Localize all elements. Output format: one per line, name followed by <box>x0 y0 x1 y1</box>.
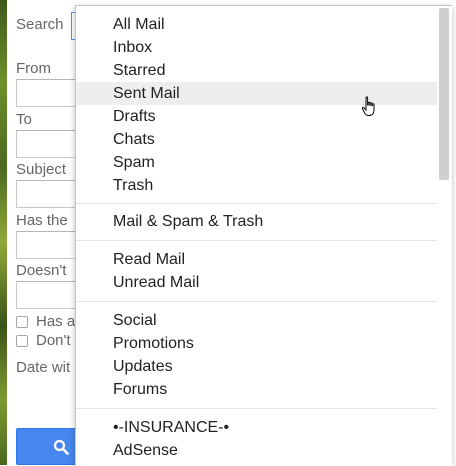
menu-item-social[interactable]: Social <box>76 309 437 332</box>
subject-label: Subject <box>16 161 67 178</box>
search-scope-dropdown: All Mail Inbox Starred Sent Mail Drafts … <box>75 5 452 466</box>
menu-item-unread-mail[interactable]: Unread Mail <box>76 271 437 294</box>
has-attachment-label: Has a <box>36 313 76 330</box>
menu-group-all: Mail & Spam & Trash <box>76 204 437 240</box>
dont-include-chats-label: Don't <box>36 332 71 349</box>
scrollbar-thumb[interactable] <box>439 8 449 180</box>
menu-group-folders: All Mail Inbox Starred Sent Mail Drafts … <box>76 6 437 203</box>
doesnt-have-label: Doesn't <box>16 262 67 279</box>
menu-item-updates[interactable]: Updates <box>76 355 437 378</box>
menu-group-categories: Social Promotions Updates Forums <box>76 302 437 408</box>
menu-item-insurance-label[interactable]: •-INSURANCE-• <box>76 416 437 439</box>
menu-item-chats[interactable]: Chats <box>76 128 437 151</box>
menu-item-all-mail[interactable]: All Mail <box>76 13 437 36</box>
menu-group-labels: •-INSURANCE-• AdSense <box>76 409 437 462</box>
menu-item-read-mail[interactable]: Read Mail <box>76 248 437 271</box>
from-label: From <box>16 60 51 77</box>
menu-item-drafts[interactable]: Drafts <box>76 105 437 128</box>
dont-include-chats-checkbox[interactable] <box>16 335 28 347</box>
search-label: Search <box>16 16 64 33</box>
menu-item-adsense-label[interactable]: AdSense <box>76 439 437 462</box>
search-icon <box>53 439 69 455</box>
to-label: To <box>16 111 32 128</box>
menu-item-starred[interactable]: Starred <box>76 59 437 82</box>
background-photo-strip <box>0 0 7 465</box>
has-attachment-checkbox[interactable] <box>16 316 28 328</box>
menu-item-sent-mail[interactable]: Sent Mail <box>76 82 437 105</box>
search-scope-menu: All Mail Inbox Starred Sent Mail Drafts … <box>76 6 437 462</box>
menu-item-trash[interactable]: Trash <box>76 174 437 197</box>
menu-item-inbox[interactable]: Inbox <box>76 36 437 59</box>
hand-pointer-cursor-icon <box>361 96 375 116</box>
menu-item-mail-spam-trash[interactable]: Mail & Spam & Trash <box>76 210 437 233</box>
has-words-label: Has the <box>16 212 68 229</box>
menu-item-promotions[interactable]: Promotions <box>76 332 437 355</box>
menu-item-forums[interactable]: Forums <box>76 378 437 401</box>
menu-group-read-state: Read Mail Unread Mail <box>76 241 437 301</box>
dropdown-scrollbar[interactable] <box>437 6 452 466</box>
date-within-label: Date wit <box>16 359 71 376</box>
menu-item-spam[interactable]: Spam <box>76 151 437 174</box>
